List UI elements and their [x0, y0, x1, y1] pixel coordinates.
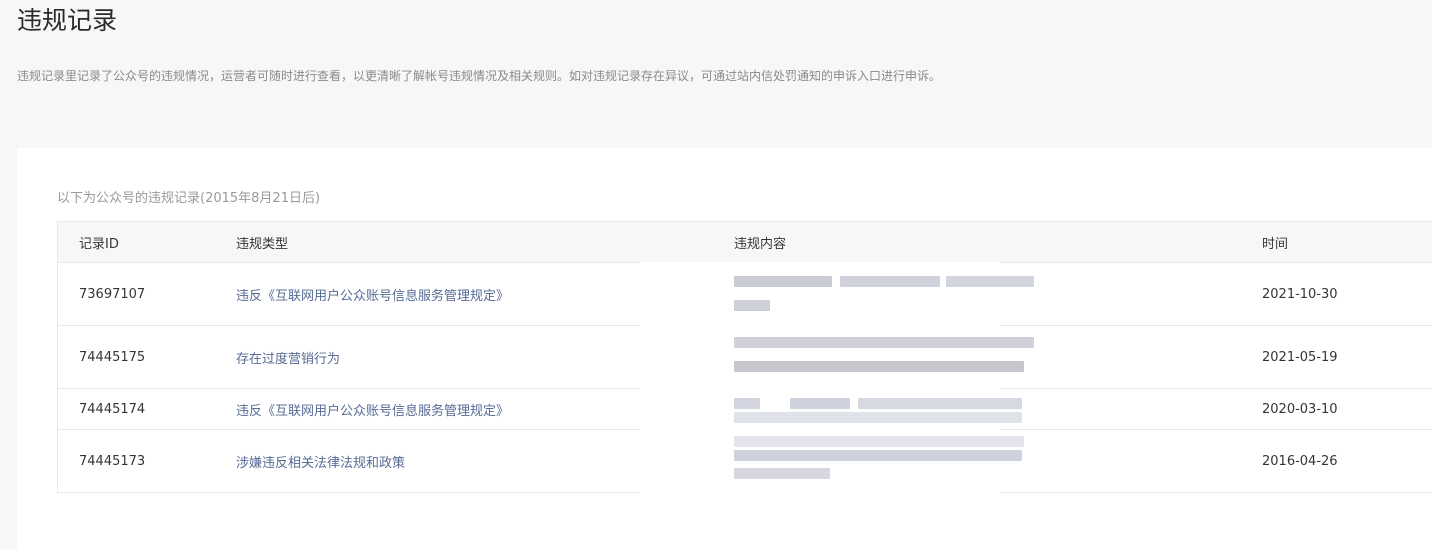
records-subtitle: 以下为公众号的违规记录(2015年8月21日后) [57, 191, 321, 206]
record-type-link[interactable]: 违反《互联网用户公众账号信息服务管理规定》 [236, 263, 509, 325]
record-id: 74445173 [79, 453, 146, 469]
redaction-block [734, 398, 760, 409]
redacted-content-overlay [640, 262, 1034, 494]
record-id: 74445175 [79, 349, 146, 365]
redaction-block [734, 337, 1034, 348]
redaction-block [946, 276, 1034, 287]
record-time: 2021-05-19 [1262, 349, 1338, 365]
redaction-block [734, 412, 1022, 423]
record-type-link[interactable]: 存在过度营销行为 [236, 326, 340, 388]
redaction-block [840, 276, 940, 287]
column-header-content: 违规内容 [734, 236, 787, 252]
column-header-time: 时间 [1262, 236, 1289, 252]
record-type-link[interactable]: 违反《互联网用户公众账号信息服务管理规定》 [236, 389, 509, 429]
redaction-block [734, 361, 1024, 372]
redaction-block [734, 468, 830, 479]
column-header-type: 违规类型 [236, 236, 289, 252]
redaction-block [734, 450, 1022, 461]
redaction-block [734, 300, 770, 311]
redaction-block [734, 276, 832, 287]
page-title: 违规记录 [17, 6, 118, 35]
record-id: 73697107 [79, 286, 146, 302]
table-header: 记录ID 违规类型 违规内容 时间 [58, 222, 1432, 263]
record-time: 2016-04-26 [1262, 453, 1338, 469]
column-header-id: 记录ID [79, 236, 119, 252]
redaction-block [790, 398, 850, 409]
record-id: 74445174 [79, 401, 146, 417]
record-type-link[interactable]: 涉嫌违反相关法律法规和政策 [236, 430, 405, 492]
record-time: 2021-10-30 [1262, 286, 1338, 302]
page-description: 违规记录里记录了公众号的违规情况，运营者可随时进行查看，以更清晰了解帐号违规情况… [17, 69, 942, 83]
redaction-block [858, 398, 1022, 409]
redaction-block [734, 436, 1024, 447]
record-time: 2020-03-10 [1262, 401, 1338, 417]
